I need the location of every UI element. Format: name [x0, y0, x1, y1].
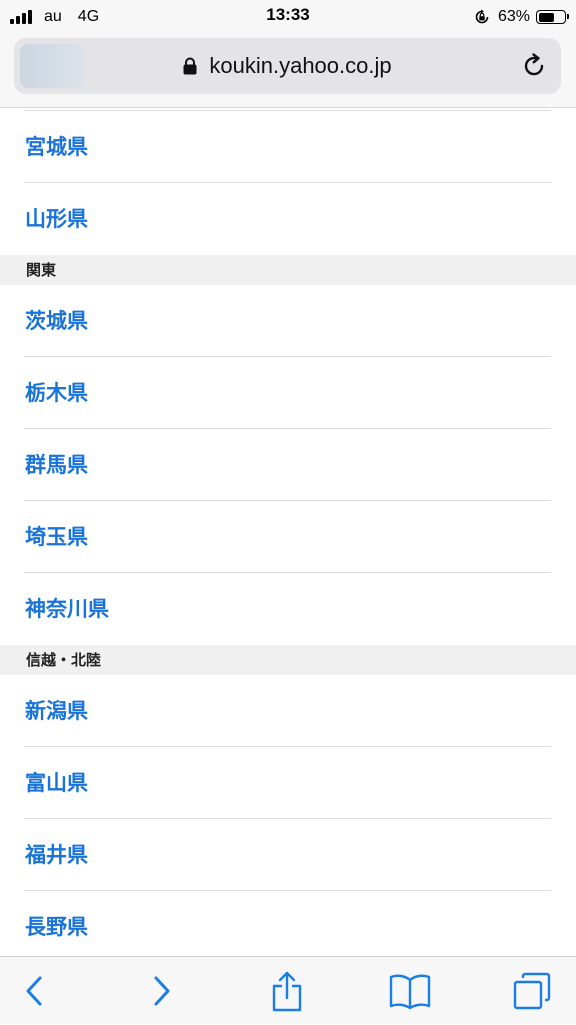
book-icon — [389, 974, 431, 1010]
section-header-shinetsu-hokuriku: 信越・北陸 — [0, 645, 576, 675]
chevron-left-icon — [26, 976, 42, 1006]
list-item-niigata[interactable]: 新潟県 — [24, 675, 551, 747]
list-item-tochigi[interactable]: 栃木県 — [24, 357, 551, 429]
list-item-kanagawa[interactable]: 神奈川県 — [24, 573, 551, 645]
list-item-fukui[interactable]: 福井県 — [24, 819, 551, 891]
section-header-kanto: 関東 — [0, 255, 576, 285]
list-item-toyama[interactable]: 富山県 — [24, 747, 551, 819]
back-button[interactable] — [0, 957, 74, 1025]
list-item-yamagata[interactable]: 山形県 — [24, 183, 551, 255]
lock-icon — [183, 57, 197, 75]
status-bar: au 4G 13:33 63% — [0, 0, 576, 34]
list-item-saitama[interactable]: 埼玉県 — [24, 501, 551, 573]
tabs-button[interactable] — [492, 957, 572, 1025]
share-icon — [272, 971, 302, 1012]
reload-icon[interactable] — [521, 53, 547, 79]
browser-toolbar — [0, 956, 576, 1024]
prefecture-list: 宮城県 山形県 関東 茨城県 栃木県 群馬県 埼玉県 神奈川県 信越・北陸 新潟… — [0, 108, 576, 963]
list-item-gunma[interactable]: 群馬県 — [24, 429, 551, 501]
tabs-icon — [513, 972, 551, 1010]
address-bar[interactable]: koukin.yahoo.co.jp — [14, 38, 561, 94]
bookmarks-button[interactable] — [370, 957, 450, 1025]
battery-percent: 63% — [497, 8, 530, 25]
list-item-nagano[interactable]: 長野県 — [24, 891, 551, 963]
battery-icon — [536, 10, 569, 24]
url-display[interactable]: koukin.yahoo.co.jp — [14, 38, 561, 94]
url-text: koukin.yahoo.co.jp — [209, 53, 392, 78]
list-item-ibaraki[interactable]: 茨城県 — [24, 285, 551, 357]
chevron-right-icon — [154, 976, 170, 1006]
rotation-lock-icon — [475, 9, 489, 24]
browser-address-area: koukin.yahoo.co.jp — [0, 34, 576, 108]
list-item-miyagi[interactable]: 宮城県 — [24, 111, 551, 183]
share-button[interactable] — [247, 957, 327, 1025]
forward-button[interactable] — [122, 957, 202, 1025]
battery-fill — [538, 12, 555, 22]
status-right: 63% — [474, 6, 569, 28]
